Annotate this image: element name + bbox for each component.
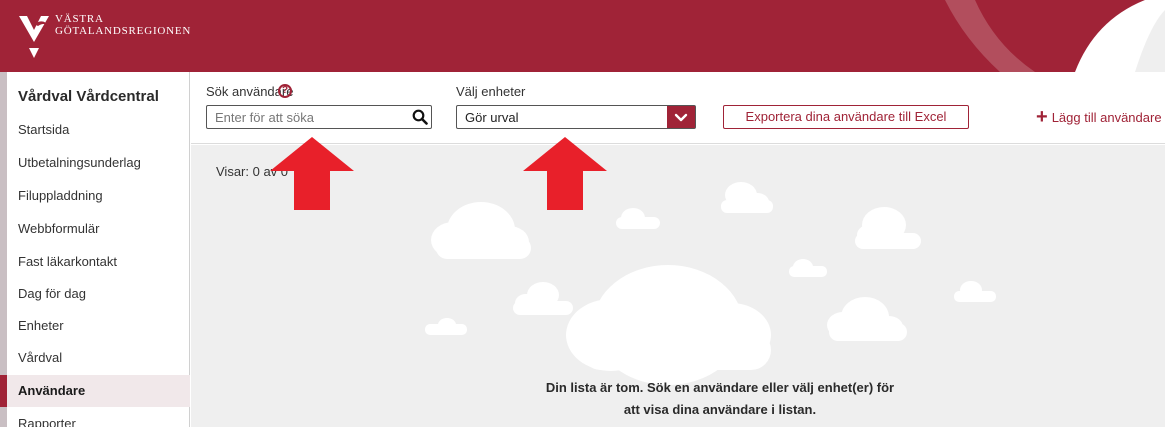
sidebar-item-dag-for-dag[interactable]: Dag för dag [7,278,190,310]
app-header: VÄSTRA GÖTALANDSREGIONEN [0,0,1165,72]
unit-select-button[interactable] [667,106,695,128]
sidebar-item-anvandare[interactable]: Användare [0,375,190,407]
add-user-button[interactable]: + Lägg till användare [1036,106,1162,128]
unit-select-value: Gör urval [465,110,519,125]
sidebar-item-startsida[interactable]: Startsida [7,114,190,146]
chevron-down-icon [674,113,688,122]
sidebar-accent-bar [0,72,7,427]
logo-line2: GÖTALANDSREGIONEN [55,25,192,37]
plus-icon: + [1036,106,1048,128]
search-icon[interactable] [412,109,428,125]
logo-line1: VÄSTRA [55,13,104,25]
empty-state-line1: Din lista är tom. Sök en användare eller… [545,380,895,395]
search-input[interactable] [206,105,432,129]
sidebar-item-filuppladdning[interactable]: Filuppladdning [7,180,190,212]
sidebar-item-rapporter[interactable]: Rapporter [7,408,190,427]
sidebar-item-enheter[interactable]: Enheter [7,310,190,342]
export-excel-button[interactable]: Exportera dina användare till Excel [723,105,969,129]
help-icon[interactable]: ? [278,84,292,98]
annotation-arrow-up [523,137,607,210]
empty-state-message: Din lista är tom. Sök en användare eller… [500,377,940,421]
header-decoration [945,0,1165,72]
sidebar-title: Vårdval Vårdcentral [18,88,159,105]
sidebar-item-webbformular[interactable]: Webbformulär [7,213,190,245]
unit-label: Välj enheter [456,84,526,99]
sidebar: Vårdval Vårdcentral Startsida Utbetalnin… [0,72,190,427]
empty-state-line2: att visa dina användare i listan. [623,402,817,417]
logo-mark-icon [19,16,49,58]
unit-select[interactable]: Gör urval [456,105,696,129]
add-user-label: Lägg till användare [1051,109,1162,125]
sidebar-item-vardval[interactable]: Vårdval [7,342,190,374]
vgr-logo[interactable]: VÄSTRA GÖTALANDSREGIONEN [17,12,191,58]
sidebar-item-utbetalningsunderlag[interactable]: Utbetalningsunderlag [7,147,190,179]
sidebar-item-fast-lakarkontakt[interactable]: Fast läkarkontakt [7,246,190,278]
annotation-arrow-up [270,137,354,210]
logo-text: VÄSTRA GÖTALANDSREGIONEN [55,13,191,37]
